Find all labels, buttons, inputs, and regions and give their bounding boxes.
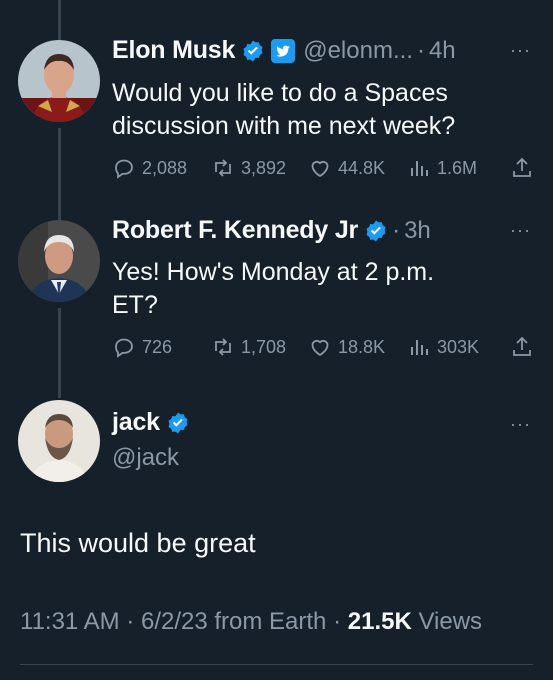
author-name[interactable]: Elon Musk	[112, 36, 235, 65]
avatar-rfk-image	[18, 220, 100, 302]
tweet-text: Would you like to do a Spaces discussion…	[112, 79, 456, 140]
tweet-header: Robert F. Kennedy Jr · 3h	[112, 216, 431, 245]
retweet-button[interactable]: 3,892	[211, 156, 286, 180]
share-button[interactable]	[510, 156, 540, 180]
like-icon	[308, 156, 338, 180]
separator-dot: ·	[126, 608, 135, 635]
views-icon	[407, 335, 437, 359]
author-handle[interactable]: @jack	[112, 444, 179, 472]
like-count: 18.8K	[338, 336, 386, 357]
tweet-header: Elon Musk @elonm... · 4h	[112, 36, 456, 65]
separator-dot: ·	[416, 36, 425, 64]
tweet-actions: 726 1,708 18.8K 303K	[112, 335, 537, 365]
verified-badge-icon	[241, 39, 265, 63]
tweet-elon[interactable]: Elon Musk @elonm... · 4h ··· Would you l…	[0, 0, 553, 200]
tweet-rfk[interactable]: Robert F. Kennedy Jr · 3h ··· Yes! How's…	[0, 200, 553, 380]
tweet-time[interactable]: 4h	[429, 37, 456, 65]
author-name[interactable]: jack	[112, 408, 160, 437]
main-tweet-text: This would be great	[20, 528, 256, 558]
divider	[20, 664, 533, 665]
avatar-elon-image	[18, 40, 100, 122]
like-icon	[308, 335, 338, 359]
reply-button[interactable]: 726	[112, 335, 172, 359]
share-icon	[510, 156, 540, 180]
tweet-date[interactable]: 6/2/23	[141, 608, 208, 635]
tweet-actions: 2,088 3,892 44.8K 1.6M	[112, 156, 537, 186]
reply-icon	[112, 335, 142, 359]
views-count: 303K	[437, 336, 480, 357]
avatar-jack-image	[18, 400, 100, 482]
views-count: 1.6M	[437, 157, 478, 178]
retweet-icon	[211, 335, 241, 359]
avatar[interactable]	[18, 400, 100, 482]
separator-dot: ·	[392, 216, 401, 244]
like-count: 44.8K	[338, 157, 386, 178]
views-button[interactable]: 303K	[407, 335, 479, 359]
separator-dot: ·	[333, 608, 342, 635]
more-icon[interactable]: ···	[510, 414, 531, 435]
reply-count: 2,088	[142, 157, 188, 178]
views-button[interactable]: 1.6M	[407, 156, 477, 180]
tweet-source: from Earth	[214, 608, 327, 635]
like-button[interactable]: 18.8K	[308, 335, 385, 359]
author-handle[interactable]: @elonm...	[303, 37, 413, 65]
retweet-button[interactable]: 1,708	[211, 335, 286, 359]
views-icon	[407, 156, 437, 180]
more-icon[interactable]: ···	[510, 40, 531, 61]
views-count[interactable]: 21.5K	[348, 608, 412, 635]
share-button[interactable]	[510, 335, 540, 359]
tweet-time[interactable]: 3h	[404, 217, 431, 245]
tweet-text: Yes! How's Monday at 2 p.m. ET?	[112, 258, 435, 319]
views-label: Views	[418, 608, 483, 635]
avatar[interactable]	[18, 40, 100, 122]
tweet-meta: 11:31 AM · 6/2/23 from Earth · 21.5K Vie…	[20, 608, 482, 636]
avatar[interactable]	[18, 220, 100, 302]
retweet-count: 1,708	[241, 336, 287, 357]
tweet-time[interactable]: 11:31 AM	[20, 608, 120, 635]
retweet-icon	[211, 156, 241, 180]
verified-badge-icon	[166, 411, 190, 435]
retweet-count: 3,892	[241, 157, 287, 178]
reply-count: 726	[142, 336, 173, 357]
twitter-affiliate-icon	[271, 38, 296, 63]
tweet-header: jack	[112, 408, 190, 437]
reply-icon	[112, 156, 142, 180]
author-name[interactable]: Robert F. Kennedy Jr	[112, 216, 358, 245]
reply-button[interactable]: 2,088	[112, 156, 187, 180]
more-icon[interactable]: ···	[510, 220, 531, 241]
verified-badge-icon	[364, 219, 388, 243]
share-icon	[510, 335, 540, 359]
like-button[interactable]: 44.8K	[308, 156, 385, 180]
